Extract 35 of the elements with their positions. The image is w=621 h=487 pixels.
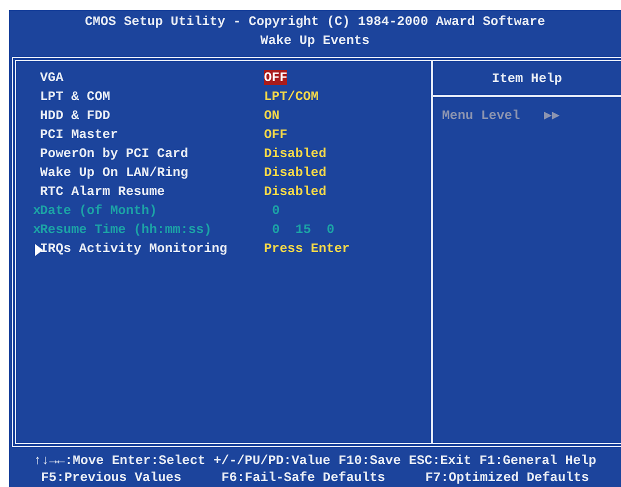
setting-value[interactable]: Disabled (264, 165, 326, 180)
setting-value[interactable]: ON (264, 108, 280, 123)
setting-value[interactable]: Disabled (264, 146, 326, 161)
menu-level-label: Menu Level (442, 107, 520, 125)
setting-label: LPT & COM (40, 89, 110, 104)
disabled-marker: x (33, 222, 41, 237)
setting-label: PCI Master (40, 127, 118, 142)
setting-label: VGA (40, 70, 64, 85)
setting-label: RTC Alarm Resume (40, 184, 165, 199)
key-hint: ↑↓→←:Move (34, 452, 104, 469)
page-title: Wake Up Events (260, 32, 370, 50)
screen-title: CMOS Setup Utility - Copyright (C) 1984-2000 Award Software (84, 13, 546, 31)
setting-label: Date (of Month) (40, 203, 158, 218)
setting-value[interactable]: LPT/COM (264, 89, 319, 104)
setting-value[interactable]: Press Enter (264, 241, 350, 256)
key-hint: F10:Save (338, 452, 401, 469)
setting-label: PowerOn by PCI Card (40, 146, 188, 161)
key-hint: F7:Optimized Defaults (425, 469, 590, 486)
setting-label: Wake Up On LAN/Ring (40, 165, 188, 180)
setting-value[interactable]: OFF (264, 70, 288, 85)
key-hint: F5:Previous Values (40, 469, 182, 486)
help-title: Item Help (492, 70, 562, 88)
key-hint: F6:Fail-Safe Defaults (221, 469, 386, 486)
setting-label: Resume Time (hh:mm:ss) (40, 222, 212, 237)
key-hint: +/-/PU/PD:Value (213, 452, 330, 469)
key-hint: F1:General Help (479, 452, 596, 469)
key-hint: Enter:Select (112, 452, 206, 469)
setting-label: IRQs Activity Monitoring (40, 241, 228, 256)
menu-level-marker: ▶▶ (544, 107, 560, 125)
submenu-arrow-icon (35, 244, 43, 256)
setting-value[interactable]: OFF (264, 127, 288, 142)
key-hint: ESC:Exit (408, 452, 472, 469)
setting-label: HDD & FDD (40, 108, 110, 123)
setting-value[interactable]: Disabled (264, 184, 326, 199)
disabled-marker: x (33, 203, 41, 218)
